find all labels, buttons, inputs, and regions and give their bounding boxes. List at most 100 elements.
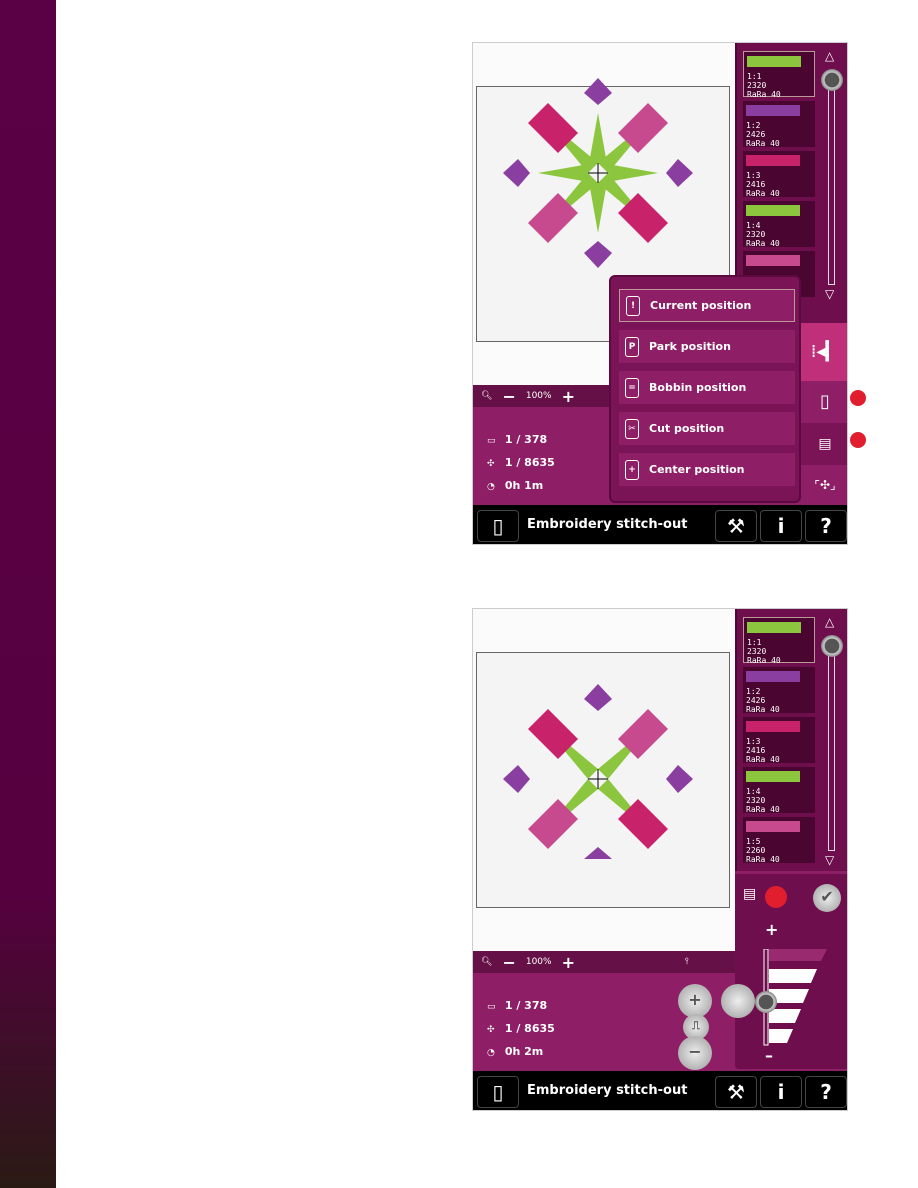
embroidery-canvas — [473, 609, 735, 951]
help-button[interactable]: ? — [805, 1076, 847, 1108]
color-block-count: 1 / 378 — [504, 433, 548, 446]
thread-code: 2320 — [747, 81, 767, 90]
color-block-icon: ▭ — [487, 1002, 496, 1012]
scroll-down-icon[interactable]: ▽ — [825, 287, 834, 301]
menu-label: Park position — [649, 340, 731, 353]
thread-item[interactable]: 1:4 2320 RaRa 40 — [743, 767, 815, 814]
zoom-level: 100% — [525, 957, 552, 967]
thread-item[interactable]: 1:3 2416 RaRa 40 — [743, 717, 815, 764]
zoom-in-button[interactable]: + — [562, 953, 575, 972]
scroll-up-icon[interactable]: △ — [825, 615, 834, 629]
time-remaining: 0h 1m — [504, 479, 544, 492]
zoom-options-icon[interactable]: 🔍︎ — [481, 957, 492, 967]
thread-name: RaRa 40 — [746, 855, 780, 864]
thread-item[interactable]: 1:2 2426 RaRa 40 — [743, 667, 815, 714]
hoop-button[interactable]: ▯ — [477, 1076, 519, 1108]
thread-id: 1:1 — [747, 638, 762, 647]
settings-icon[interactable]: ⚒ — [715, 1076, 757, 1108]
menu-current-position[interactable]: ! Current position — [619, 289, 795, 322]
menu-cut-position[interactable]: ✂ Cut position — [619, 412, 795, 445]
step-forward-button[interactable]: + — [678, 984, 712, 1018]
stitch-out-tab[interactable]: ⁞◂▎ — [801, 323, 847, 381]
callout-marker — [850, 390, 866, 406]
stitch-icon: ✣ — [487, 1025, 495, 1035]
menu-bobbin-position[interactable]: = Bobbin position — [619, 371, 795, 404]
thread-item[interactable]: 1:1 2320 RaRa 40 — [743, 51, 815, 99]
stitch-info: ▭ 1 / 378 ✣ 1 / 8635 ◔ 0h 1m — [487, 429, 555, 498]
thread-id: 1:3 — [746, 171, 761, 180]
hoop-position-icon[interactable]: ▯ — [801, 381, 847, 423]
menu-center-position[interactable]: + Center position — [619, 453, 795, 486]
step-button[interactable] — [721, 984, 755, 1018]
scroll-down-icon[interactable]: ▽ — [825, 853, 834, 867]
thread-item[interactable]: 1:3 2416 RaRa 40 — [743, 151, 815, 198]
menu-park-position[interactable]: P Park position — [619, 330, 795, 363]
screen-title: Embroidery stitch-out — [527, 517, 688, 532]
current-position-icon: ! — [626, 295, 640, 316]
confirm-button[interactable]: ✔ — [813, 884, 841, 912]
zoom-out-button[interactable]: − — [502, 387, 515, 406]
zoom-out-button[interactable]: − — [502, 953, 515, 972]
thread-name: RaRa 40 — [747, 90, 781, 99]
zoom-level: 100% — [525, 391, 552, 401]
thread-code: 2416 — [746, 746, 766, 755]
thread-item[interactable]: 1:5 2260 RaRa 40 — [743, 817, 815, 864]
color-block-icon: ▭ — [487, 436, 496, 446]
stitch-info: ▭ 1 / 378 ✣ 1 / 8635 ◔ 0h 2m — [487, 995, 555, 1064]
zoom-in-button[interactable]: + — [562, 387, 575, 406]
stitch-density-icon: ▤ — [743, 886, 757, 902]
clock-icon: ◔ — [487, 482, 495, 492]
thread-id: 1:4 — [746, 787, 761, 796]
thread-id: 1:2 — [746, 687, 761, 696]
stitch-count: 1 / 8635 — [504, 456, 555, 469]
stitch-density-icon[interactable]: ▤ — [801, 423, 847, 465]
bottom-bar: ▯ Embroidery stitch-out ⚒ i ? — [473, 1071, 847, 1110]
thread-id: 1:2 — [746, 121, 761, 130]
thread-code: 2426 — [746, 130, 766, 139]
corner-check-icon[interactable]: ⌜✣⌟ — [801, 465, 847, 505]
thread-name: RaRa 40 — [746, 239, 780, 248]
hoop-button[interactable]: ▯ — [477, 510, 519, 542]
menu-label: Bobbin position — [649, 381, 747, 394]
menu-label: Center position — [649, 463, 745, 476]
thread-item[interactable]: 1:2 2426 RaRa 40 — [743, 101, 815, 148]
embroidery-design — [503, 684, 693, 859]
thread-item[interactable]: 1:4 2320 RaRa 40 — [743, 201, 815, 248]
position-menu: ! Current position P Park position = Bobbin… — [609, 275, 801, 503]
info-button[interactable]: i — [760, 510, 802, 542]
stitch-density-panel: ▤ ✔ + – — [735, 874, 847, 1069]
thread-code: 2426 — [746, 696, 766, 705]
screen-title: Embroidery stitch-out — [527, 1083, 688, 1098]
scissors-icon: ✂ — [625, 418, 639, 439]
needle-icon: ⫯ — [684, 957, 689, 967]
scroll-up-icon[interactable]: △ — [825, 49, 834, 63]
thread-name: RaRa 40 — [746, 139, 780, 148]
screenshot-stitch-density: 1:1 2320 RaRa 40 1:2 2426 RaRa 40 1:3 2416 RaR… — [472, 608, 848, 1111]
info-button[interactable]: i — [760, 1076, 802, 1108]
thread-scrollbar[interactable]: △ ▽ — [821, 49, 843, 305]
help-button[interactable]: ? — [805, 510, 847, 542]
zoom-bar: 🔍︎ −100% + ⫯ — [473, 951, 735, 973]
density-slider-knob[interactable] — [755, 991, 777, 1013]
scroll-knob[interactable] — [821, 635, 843, 657]
center-icon: + — [625, 459, 639, 480]
settings-icon[interactable]: ⚒ — [715, 510, 757, 542]
thread-name: RaRa 40 — [746, 755, 780, 764]
step-back-button[interactable]: − — [678, 1036, 712, 1070]
bobbin-icon: = — [625, 377, 639, 398]
thread-name: RaRa 40 — [746, 189, 780, 198]
thread-item[interactable]: 1:1 2320 RaRa 40 — [743, 617, 815, 665]
thread-code: 2260 — [746, 846, 766, 855]
callout-marker — [850, 432, 866, 448]
stitch-count: 1 / 8635 — [504, 1022, 555, 1035]
menu-label: Cut position — [649, 422, 725, 435]
scroll-knob[interactable] — [821, 69, 843, 91]
thread-scrollbar[interactable]: △ ▽ — [821, 615, 843, 871]
thread-id: 1:5 — [746, 837, 761, 846]
thread-name: RaRa 40 — [747, 656, 781, 665]
color-block-count: 1 / 378 — [504, 999, 548, 1012]
time-remaining: 0h 2m — [504, 1045, 544, 1058]
thread-code: 2320 — [746, 796, 766, 805]
embroidery-design — [503, 78, 693, 268]
zoom-options-icon[interactable]: 🔍︎ — [481, 391, 492, 401]
